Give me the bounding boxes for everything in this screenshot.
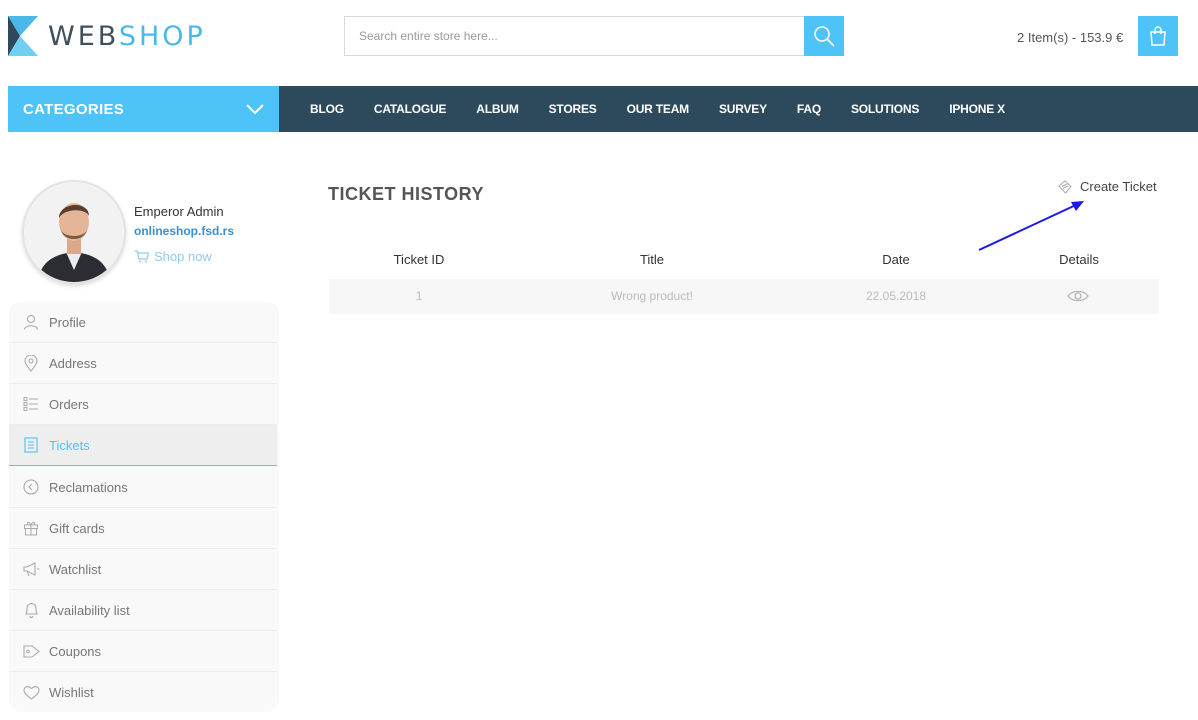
nav-item-blog[interactable]: BLOG — [310, 102, 344, 116]
sidebar-item-availability-list[interactable]: Availability list — [9, 590, 277, 631]
sidebar-item-label: Address — [49, 355, 97, 371]
cart-button[interactable] — [1138, 16, 1178, 56]
sidebar-item-label: Coupons — [49, 643, 102, 659]
ticket-icon — [24, 437, 38, 453]
sidebar-item-label: Watchlist — [49, 561, 102, 577]
nav-item-solutions[interactable]: SOLUTIONS — [851, 102, 919, 116]
user-name: Emperor Admin — [134, 204, 224, 219]
main-navigation: CATEGORIES BLOG CATALOGUE ALBUM STORES O… — [8, 86, 1198, 132]
shop-now-label: Shop now — [154, 249, 212, 264]
nav-item-iphone-x[interactable]: IPHONE X — [949, 102, 1005, 116]
avatar-image — [24, 182, 124, 282]
sidebar-item-wishlist[interactable]: Wishlist — [9, 672, 277, 713]
cart-summary[interactable]: 2 Item(s) - 153.9 € — [1017, 30, 1123, 45]
column-header-ticket-id: Ticket ID — [393, 252, 445, 267]
logo[interactable]: WEBSHOP — [8, 16, 206, 56]
categories-label: CATEGORIES — [23, 100, 125, 118]
account-sidebar: Profile Address Orders Tickets Reclamati… — [9, 302, 279, 712]
heart-icon — [22, 686, 40, 700]
sidebar-item-label: Orders — [49, 396, 89, 412]
column-header-details: Details — [1059, 252, 1099, 267]
table-row[interactable]: 1 Wrong product! 22.05.2018 — [329, 279, 1159, 314]
column-header-title: Title — [639, 252, 665, 267]
sidebar-item-profile[interactable]: Profile — [9, 302, 277, 343]
sidebar-item-reclamations[interactable]: Reclamations — [9, 467, 277, 508]
sidebar-item-label: Wishlist — [49, 685, 94, 700]
create-ticket-label: Create Ticket — [1080, 179, 1157, 194]
nav-item-album[interactable]: ALBUM — [476, 102, 519, 116]
column-header-date: Date — [882, 252, 910, 267]
bell-icon — [24, 602, 38, 618]
sidebar-item-orders[interactable]: Orders — [9, 384, 277, 425]
header: WEBSHOP 2 Item(s) - 153.9 € — [0, 0, 1198, 86]
sidebar-item-label: Gift cards — [49, 520, 105, 536]
sidebar-item-watchlist[interactable]: Watchlist — [9, 549, 277, 590]
sidebar-item-address[interactable]: Address — [9, 343, 277, 384]
logo-text-web: WEB — [48, 20, 119, 52]
nav-item-faq[interactable]: FAQ — [797, 102, 821, 116]
table-header: Ticket ID Title Date Details — [329, 246, 1159, 272]
logo-text-shop: SHOP — [118, 20, 206, 52]
cart-icon — [134, 250, 149, 263]
avatar — [22, 180, 126, 284]
tag-icon — [22, 644, 40, 658]
eye-icon[interactable] — [1067, 288, 1089, 304]
nav-item-catalogue[interactable]: CATALOGUE — [374, 102, 447, 116]
sidebar-item-label: Availability list — [49, 602, 130, 618]
logo-text: WEBSHOP — [48, 21, 206, 52]
sidebar-item-gift-cards[interactable]: Gift cards — [9, 508, 277, 549]
sidebar-item-label: Reclamations — [49, 479, 128, 495]
user-site-link[interactable]: onlineshop.fsd.rs — [134, 224, 234, 238]
list-icon — [23, 397, 38, 411]
nav-item-survey[interactable]: SURVEY — [719, 102, 767, 116]
shop-now-link[interactable]: Shop now — [134, 249, 212, 264]
logo-icon — [8, 16, 38, 56]
search-input[interactable] — [344, 16, 804, 56]
megaphone-icon — [22, 562, 39, 577]
search-icon — [814, 26, 835, 47]
nav-item-our-team[interactable]: OUR TEAM — [627, 102, 690, 116]
sidebar-item-label: Profile — [49, 314, 86, 330]
sidebar-item-label: Tickets — [49, 437, 90, 453]
nav-items: BLOG CATALOGUE ALBUM STORES OUR TEAM SUR… — [310, 86, 1035, 132]
search-bar — [344, 16, 844, 56]
gift-icon — [24, 521, 38, 536]
nav-item-stores[interactable]: STORES — [549, 102, 597, 116]
cell-title: Wrong product! — [611, 289, 693, 303]
return-icon — [23, 479, 39, 495]
map-pin-icon — [24, 354, 38, 372]
user-icon — [23, 314, 39, 330]
sidebar-item-coupons[interactable]: Coupons — [9, 631, 277, 672]
shopping-bag-icon — [1150, 26, 1166, 46]
ticket-tag-icon — [1058, 179, 1072, 194]
cell-date: 22.05.2018 — [865, 289, 927, 303]
sidebar-item-tickets[interactable]: Tickets — [9, 425, 277, 466]
cell-ticket-id: 1 — [415, 289, 423, 303]
search-button[interactable] — [804, 16, 844, 56]
create-ticket-button[interactable]: Create Ticket — [1058, 179, 1157, 194]
page-title: TICKET HISTORY — [328, 184, 485, 204]
chevron-down-icon — [246, 104, 264, 115]
categories-dropdown[interactable]: CATEGORIES — [8, 86, 279, 132]
